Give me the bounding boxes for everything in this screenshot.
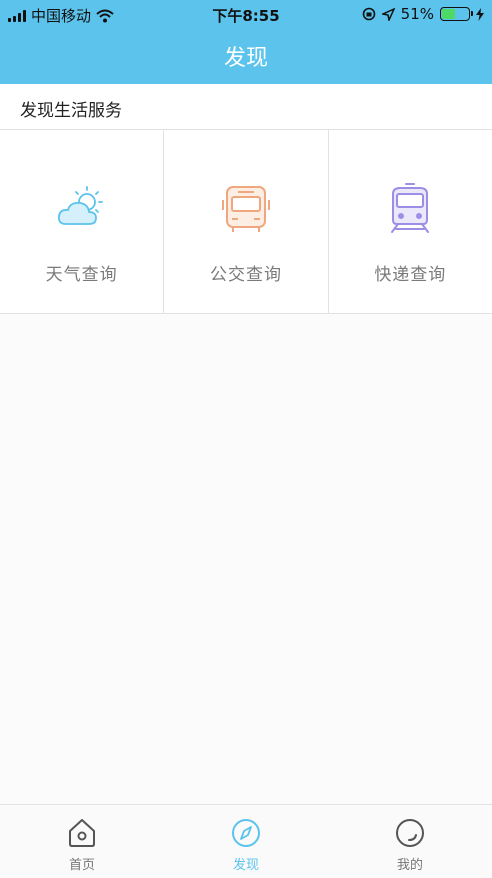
tab-profile-label: 我的 (396, 858, 423, 873)
tab-home-label: 首页 (68, 858, 95, 873)
tab-profile[interactable]: 我的 (328, 805, 492, 878)
express-query-label: 快递查询 (374, 265, 447, 285)
home-icon (69, 819, 95, 847)
train-icon (391, 183, 430, 233)
battery-icon (440, 7, 473, 21)
bus-query-button[interactable]: 公交查询 (164, 130, 329, 313)
bottom-tab-bar: 首页 发现 我的 (0, 804, 492, 878)
app-header: 中国移动 下午8:55 51% 发现 (0, 0, 492, 84)
status-right: 51% (362, 5, 484, 23)
weather-query-button[interactable]: 天气查询 (0, 130, 165, 313)
bus-icon (221, 186, 270, 232)
status-bar: 中国移动 下午8:55 51% (0, 0, 492, 28)
tab-home[interactable]: 首页 (0, 805, 164, 878)
page-title: 发现 (223, 46, 268, 71)
compass-icon (232, 819, 260, 847)
profile-icon (396, 819, 424, 847)
tab-discover[interactable]: 发现 (164, 805, 328, 878)
weather-icon (57, 186, 103, 225)
section-header: 发现生活服务 (0, 84, 492, 130)
tab-discover-label: 发现 (232, 858, 259, 873)
express-query-button[interactable]: 快递查询 (329, 130, 492, 313)
battery-percent: 51% (400, 5, 434, 23)
section-title: 发现生活服务 (20, 101, 122, 121)
orientation-lock-icon (362, 7, 375, 21)
location-icon (381, 7, 395, 21)
charging-icon (476, 7, 484, 21)
weather-query-label: 天气查询 (45, 265, 118, 285)
service-grid: 天气查询 公交查询 快递查询 (0, 130, 492, 314)
bus-query-label: 公交查询 (209, 265, 282, 285)
